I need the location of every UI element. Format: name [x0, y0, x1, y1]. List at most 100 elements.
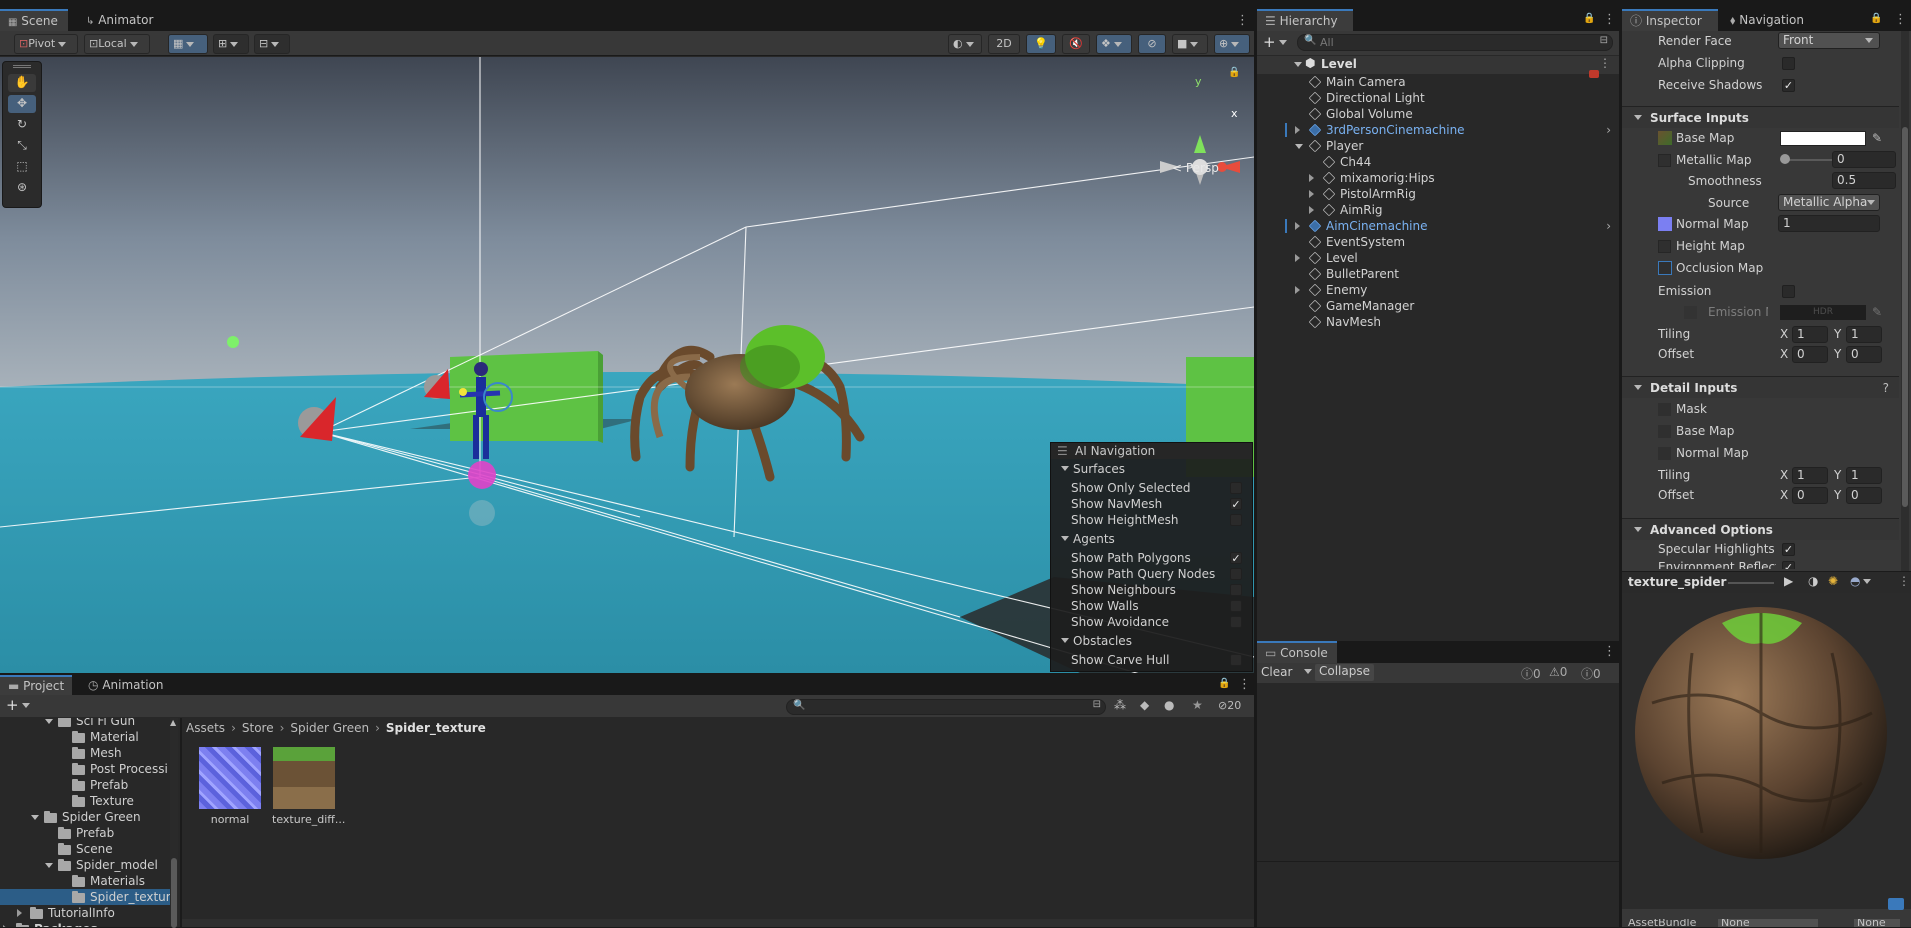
metallic-value-field[interactable]: 0 [1832, 151, 1896, 168]
ai-nav-option-checkbox[interactable] [1230, 514, 1242, 526]
ai-nav-option-checkbox[interactable] [1230, 654, 1242, 666]
project-tree-item[interactable]: Prefab [0, 825, 170, 841]
alpha-clipping-checkbox[interactable] [1782, 57, 1795, 70]
detail-tiling-x-field[interactable]: 1 [1792, 467, 1828, 484]
tab-hierarchy[interactable]: ☰ Hierarchy [1257, 9, 1353, 31]
info-count-button[interactable]: ⓘ0 [1521, 665, 1541, 682]
surface-tiling-y-field[interactable]: 1 [1846, 326, 1882, 343]
expand-arrow-right-icon[interactable] [1295, 222, 1300, 230]
ai-nav-option-checkbox[interactable] [1230, 616, 1242, 628]
project-tree-item[interactable]: Spider_texture [0, 889, 172, 905]
local-dropdown[interactable]: ⊡Local [84, 34, 150, 54]
asset-item[interactable]: texture_diff... [272, 747, 345, 827]
project-tree-item[interactable]: Prefab [0, 777, 170, 793]
prefab-open-arrow-icon[interactable]: › [1606, 218, 1611, 234]
detail-tiling-y-field[interactable]: 1 [1846, 467, 1882, 484]
asset-item[interactable]: normal [198, 747, 262, 827]
ai-nav-option-checkbox[interactable]: ✓ [1230, 498, 1242, 510]
scroll-up-icon[interactable]: ▲ [170, 718, 176, 727]
filter-by-label-icon[interactable]: ◆ [1140, 698, 1149, 712]
expand-arrow-right-icon[interactable] [1309, 206, 1314, 214]
asset-label-icon[interactable] [1888, 898, 1904, 910]
console-menu-icon[interactable]: ⋮ [1603, 644, 1616, 659]
search-by-type-icon[interactable]: ⊟ [1093, 699, 1101, 710]
detail-normal-map-slot[interactable] [1658, 447, 1671, 460]
eyedropper-icon[interactable]: ✎ [1872, 128, 1882, 148]
tab-scene[interactable]: ▦ Scene [0, 9, 68, 31]
align-button[interactable]: ⊟ [254, 34, 290, 54]
project-tree-item[interactable]: TutorialInfo [0, 905, 170, 921]
expand-arrow-right-icon[interactable] [1295, 254, 1300, 262]
hierarchy-item[interactable]: 3rdPersonCinemachine › [1257, 122, 1619, 138]
mode-2d-button[interactable]: 2D [988, 34, 1020, 54]
hidden-packages-toggle[interactable]: ⊘20 [1218, 699, 1241, 712]
preview-sphere-icon[interactable]: ◑ [1808, 574, 1818, 588]
hierarchy-item[interactable]: NavMesh [1257, 314, 1619, 330]
ai-nav-section-surfaces[interactable]: Surfaces [1051, 461, 1252, 477]
metallic-slider-handle[interactable] [1780, 154, 1790, 164]
ai-nav-option-checkbox[interactable]: ✓ [1230, 552, 1242, 564]
rotate-tool-icon[interactable]: ↻ [8, 116, 36, 134]
expand-arrow-right-icon[interactable] [17, 909, 22, 917]
project-tree-scrollbar[interactable]: ▲ [170, 718, 178, 928]
draw-mode-dropdown[interactable]: ◐ [948, 34, 982, 54]
project-search-input[interactable]: 🔍 ⊟ [786, 699, 1106, 715]
move-tool-icon[interactable]: ✥ [8, 95, 36, 113]
smoothness-value-field[interactable]: 0.5 [1832, 172, 1896, 189]
prefab-open-arrow-icon[interactable]: › [1606, 122, 1611, 138]
expand-arrow-down-icon[interactable] [45, 863, 53, 868]
scene-menu-dots-icon[interactable]: ⋮ [1599, 56, 1611, 70]
tab-project[interactable]: ▬ Project [0, 675, 72, 695]
inspector-menu-icon[interactable]: ⋮ [1894, 12, 1907, 27]
ai-nav-option-checkbox[interactable] [1230, 600, 1242, 612]
occlusion-map-slot[interactable] [1658, 261, 1672, 275]
project-tree-item[interactable]: Sci Fi Gun [0, 718, 170, 729]
project-create-button[interactable]: + [6, 696, 30, 714]
lock-icon[interactable]: 🔒 [1228, 67, 1240, 78]
detail-offset-y-field[interactable]: 0 [1846, 487, 1882, 504]
asset-variant-dropdown[interactable]: None [1854, 919, 1900, 927]
specular-highlights-checkbox[interactable]: ✓ [1782, 543, 1795, 556]
audio-toggle[interactable]: 🔇 [1062, 34, 1090, 54]
metallic-map-slot[interactable] [1658, 154, 1671, 167]
project-tree-item[interactable]: Spider_model [0, 857, 170, 873]
play-icon[interactable]: ▶ [1784, 574, 1793, 588]
clear-button[interactable]: Clear [1261, 665, 1292, 679]
project-tree-item[interactable]: Packages [0, 921, 170, 927]
breadcrumb-item[interactable]: Spider_texture [386, 721, 486, 735]
hierarchy-item[interactable]: GameManager [1257, 298, 1619, 314]
project-tree-item[interactable]: Scene [0, 841, 170, 857]
filter-log-icon[interactable]: ● [1164, 698, 1174, 712]
expand-arrow-down-icon[interactable] [1295, 144, 1303, 149]
preview-light-icon[interactable]: ✺ [1828, 574, 1838, 588]
expand-arrow-down-icon[interactable] [45, 719, 53, 724]
persp-label[interactable]: < Persp [1172, 161, 1219, 175]
asset-bundle-dropdown[interactable]: None [1718, 919, 1818, 927]
hierarchy-item[interactable]: Level [1257, 250, 1619, 266]
source-dropdown[interactable]: Metallic Alpha [1778, 194, 1880, 211]
base-map-color-swatch[interactable] [1780, 131, 1866, 146]
warning-count-button[interactable]: ⚠0 [1549, 665, 1567, 679]
scale-tool-icon[interactable]: ⤡ [8, 137, 36, 155]
expand-arrow-right-icon[interactable] [1309, 190, 1314, 198]
project-tree-item[interactable]: Mesh [0, 745, 170, 761]
base-map-thumbnail[interactable] [1658, 131, 1672, 145]
detail-offset-x-field[interactable]: 0 [1792, 487, 1828, 504]
detail-mask-slot[interactable] [1658, 403, 1671, 416]
project-menu-icon[interactable]: ⋮ [1238, 677, 1251, 692]
camera-dropdown[interactable]: ■ [1172, 34, 1208, 54]
preview-menu-icon[interactable]: ⋮ [1898, 574, 1910, 588]
breadcrumb-item[interactable]: Assets [186, 721, 225, 735]
tab-inspector[interactable]: ⓘ Inspector [1622, 9, 1718, 31]
error-count-button[interactable]: ⓘ0 [1581, 665, 1601, 682]
project-tree-item[interactable]: Material [0, 729, 170, 745]
create-add-button[interactable]: + [1263, 33, 1287, 51]
expand-arrow-down-icon[interactable] [31, 815, 39, 820]
hierarchy-menu-icon[interactable]: ⋮ [1603, 12, 1616, 27]
surface-offset-y-field[interactable]: 0 [1846, 346, 1882, 363]
ai-navigation-header[interactable]: ☰ AI Navigation [1051, 443, 1252, 459]
effects-dropdown[interactable]: ❖ [1096, 34, 1132, 54]
project-splitter[interactable] [180, 718, 182, 927]
ai-nav-option-checkbox[interactable] [1230, 584, 1242, 596]
inspector-scrollbar[interactable] [1901, 31, 1909, 571]
